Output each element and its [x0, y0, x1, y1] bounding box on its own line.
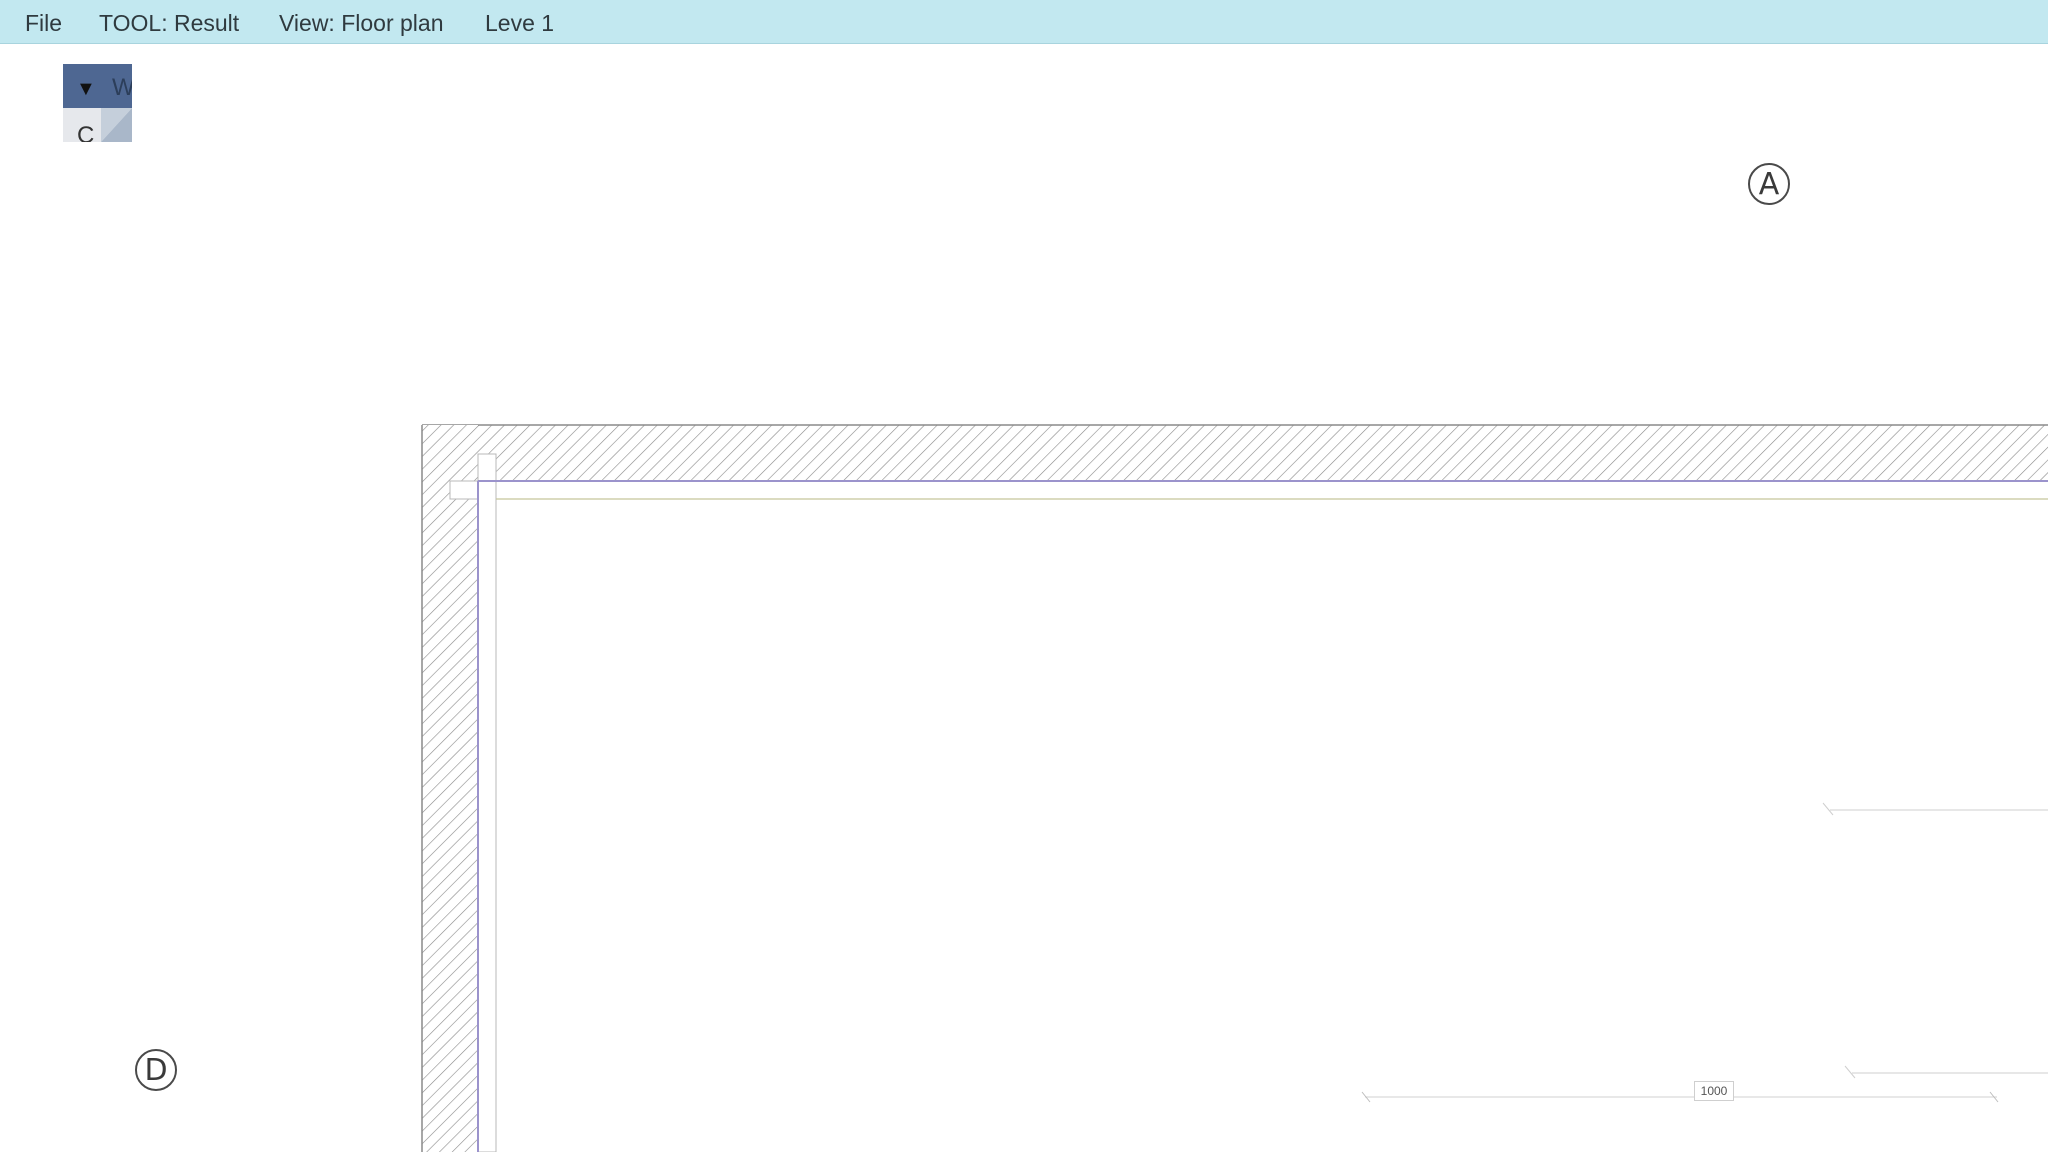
grid-marker-a[interactable]: A — [1748, 163, 1790, 205]
wall-finish[interactable] — [449, 453, 2048, 1152]
wall-top[interactable] — [422, 424, 2048, 482]
reference-line-upper — [1822, 802, 2048, 816]
wall-left[interactable] — [421, 425, 479, 1152]
floor-plan-canvas[interactable] — [0, 0, 2048, 1152]
grid-marker-d[interactable]: D — [135, 1049, 177, 1091]
reference-line-lower — [1844, 1065, 2048, 1079]
dimension-line[interactable] — [1361, 1091, 1999, 1103]
dimension-label: 1000 — [1694, 1081, 1734, 1101]
